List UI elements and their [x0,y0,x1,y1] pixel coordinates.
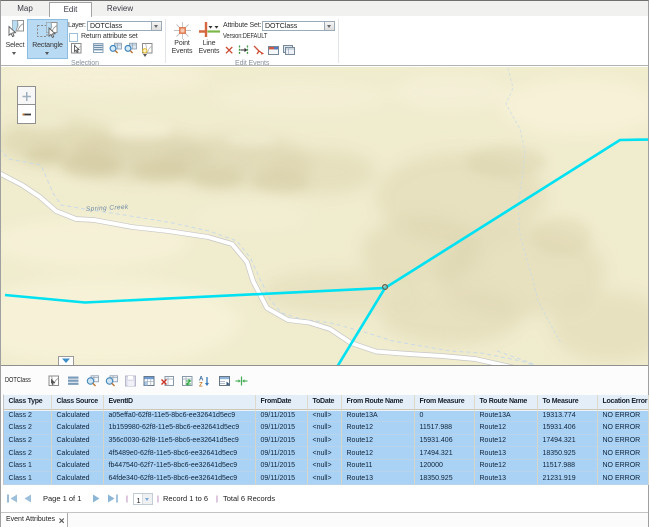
svg-text:Spring Creek: Spring Creek [86,204,129,213]
svg-text:Z: Z [199,383,203,388]
